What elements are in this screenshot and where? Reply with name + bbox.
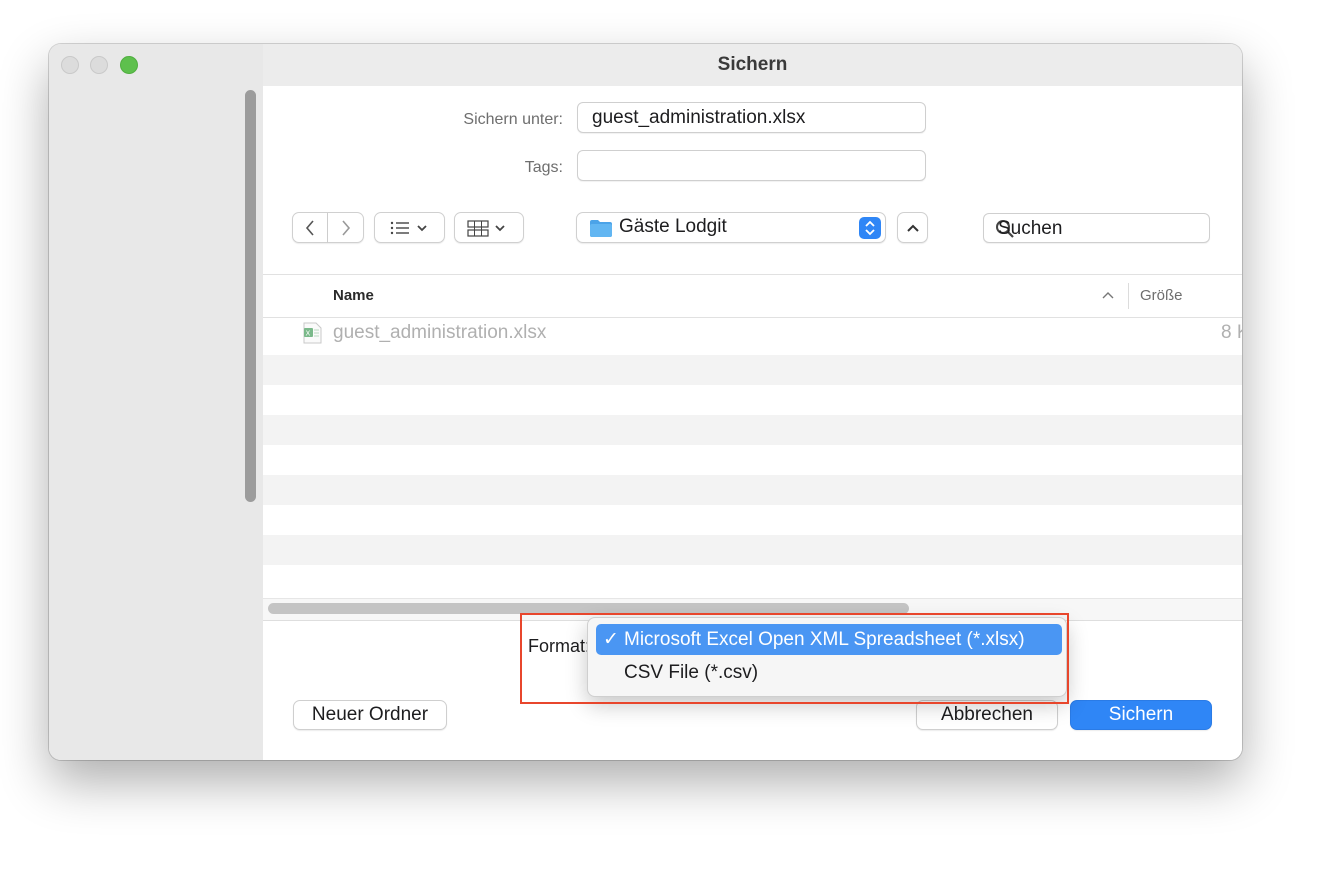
- parent-folder-button[interactable]: [897, 212, 928, 243]
- list-icon: [390, 221, 427, 234]
- cancel-button[interactable]: Abbrechen: [916, 700, 1058, 730]
- minimize-window-button[interactable]: [90, 56, 108, 74]
- close-window-button[interactable]: [61, 56, 79, 74]
- list-view-button[interactable]: [374, 212, 445, 243]
- sort-ascending-icon: [1102, 292, 1114, 299]
- sidebar: [49, 44, 264, 760]
- empty-row: [263, 385, 1242, 415]
- tags-label: Tags:: [524, 159, 563, 176]
- column-header-name[interactable]: Name: [333, 287, 374, 304]
- column-header-size[interactable]: Größe: [1140, 287, 1183, 304]
- search-field[interactable]: Suchen: [983, 213, 1210, 243]
- save-as-field[interactable]: guest_administration.xlsx: [577, 102, 926, 133]
- save-as-value: guest_administration.xlsx: [592, 107, 806, 128]
- empty-row: [263, 355, 1242, 385]
- tags-field[interactable]: [577, 150, 926, 181]
- chevron-right-icon: [341, 219, 350, 236]
- save-form: Sichern unter: guest_administration.xlsx…: [263, 86, 1242, 274]
- excel-file-icon: X: [303, 322, 322, 344]
- svg-text:X: X: [306, 330, 311, 338]
- save-as-label: Sichern unter:: [463, 111, 563, 128]
- location-popup[interactable]: Gäste Lodgit: [576, 212, 886, 243]
- grid-icon: [467, 219, 505, 237]
- empty-row: [263, 565, 1242, 595]
- file-browser: Name Größe X guest_administration.xlsx 8…: [263, 274, 1242, 621]
- list-item[interactable]: X guest_administration.xlsx 8 K: [263, 318, 1242, 348]
- empty-row: [263, 475, 1242, 505]
- location-label: Gäste Lodgit: [619, 216, 727, 237]
- annotation-highlight-box: [520, 613, 1069, 704]
- save-button[interactable]: Sichern: [1070, 700, 1212, 730]
- empty-row: [263, 535, 1242, 565]
- zoom-window-button[interactable]: [120, 56, 138, 74]
- file-name: guest_administration.xlsx: [333, 322, 547, 343]
- empty-row: [263, 415, 1242, 445]
- dialog-title: Sichern: [263, 44, 1242, 86]
- back-button[interactable]: [292, 212, 328, 243]
- file-size: 8 K: [1221, 322, 1242, 343]
- sidebar-scrollbar[interactable]: [245, 90, 256, 502]
- list-header: Name Größe: [263, 275, 1242, 318]
- empty-row: [263, 505, 1242, 535]
- new-folder-button[interactable]: Neuer Ordner: [293, 700, 447, 730]
- column-divider: [1128, 283, 1129, 309]
- search-placeholder: Suchen: [998, 218, 1063, 239]
- chevron-left-icon: [305, 219, 314, 236]
- empty-row: [263, 445, 1242, 475]
- forward-button[interactable]: [328, 212, 364, 243]
- group-view-button[interactable]: [454, 212, 524, 243]
- popup-arrows-icon: [859, 217, 881, 239]
- folder-icon: [590, 220, 612, 237]
- chevron-up-icon: [906, 224, 919, 232]
